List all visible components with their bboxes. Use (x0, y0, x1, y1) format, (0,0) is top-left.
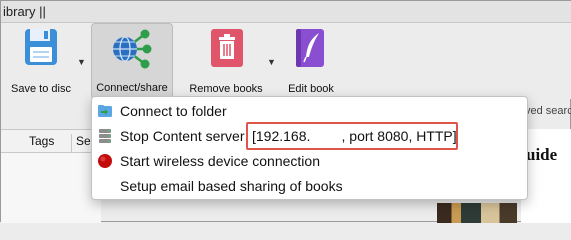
menu-item-connect-to-folder[interactable]: Connect to folder (92, 99, 527, 123)
menu-item-setup-email-sharing[interactable]: Setup email based sharing of books (92, 174, 527, 198)
menu-item-start-wireless-connection[interactable]: Start wireless device connection (92, 149, 527, 173)
edit-book-label: Edit book (288, 83, 334, 95)
folder-icon (98, 105, 112, 117)
book-quill-icon (296, 29, 324, 67)
window-title-bar: ibrary || (1, 1, 571, 23)
save-to-disc-button[interactable]: Save to disc (5, 23, 77, 99)
server-icon (99, 129, 111, 143)
edit-book-button[interactable]: Edit book (281, 23, 341, 99)
save-to-disc-label: Save to disc (11, 83, 71, 95)
connect-share-menu: Connect to folder Stop Content server [1… (91, 96, 528, 200)
tag-browser-pane (1, 153, 101, 223)
saved-searches-label[interactable]: ved searc (525, 105, 571, 117)
server-address-info: [192.168. , port 8080, HTTP] (252, 128, 457, 144)
book-details-title: uide (526, 145, 558, 164)
menu-item-label: Connect to folder (120, 103, 227, 119)
window-title: ibrary || (3, 4, 46, 19)
tags-column-header[interactable]: Tags (29, 134, 54, 148)
network-globe-icon (113, 29, 152, 69)
save-dropdown-caret-icon[interactable]: ▼ (77, 57, 86, 67)
menu-item-label: Setup email based sharing of books (120, 178, 343, 194)
connect-share-button[interactable]: Connect/share (91, 23, 173, 99)
menu-item-stop-content-server[interactable]: Stop Content server [192.168. , port 808… (92, 124, 527, 148)
remove-books-button[interactable]: Remove books (187, 23, 265, 99)
menu-item-label: Start wireless device connection (120, 153, 320, 169)
red-dot-icon (98, 154, 112, 168)
remove-dropdown-caret-icon[interactable]: ▼ (267, 57, 276, 67)
menu-item-label: Stop Content server (120, 128, 245, 144)
remove-books-label: Remove books (189, 83, 263, 95)
main-toolbar: Save to disc ▼ Connect/share Remove book… (1, 23, 571, 99)
trash-can-icon (211, 29, 243, 67)
connect-share-label: Connect/share (96, 82, 168, 94)
book-cover-thumbnail[interactable] (437, 203, 517, 223)
floppy-disk-icon (25, 29, 57, 65)
book-list-header: Tags Ser (1, 129, 101, 153)
book-details-pane (521, 129, 571, 223)
